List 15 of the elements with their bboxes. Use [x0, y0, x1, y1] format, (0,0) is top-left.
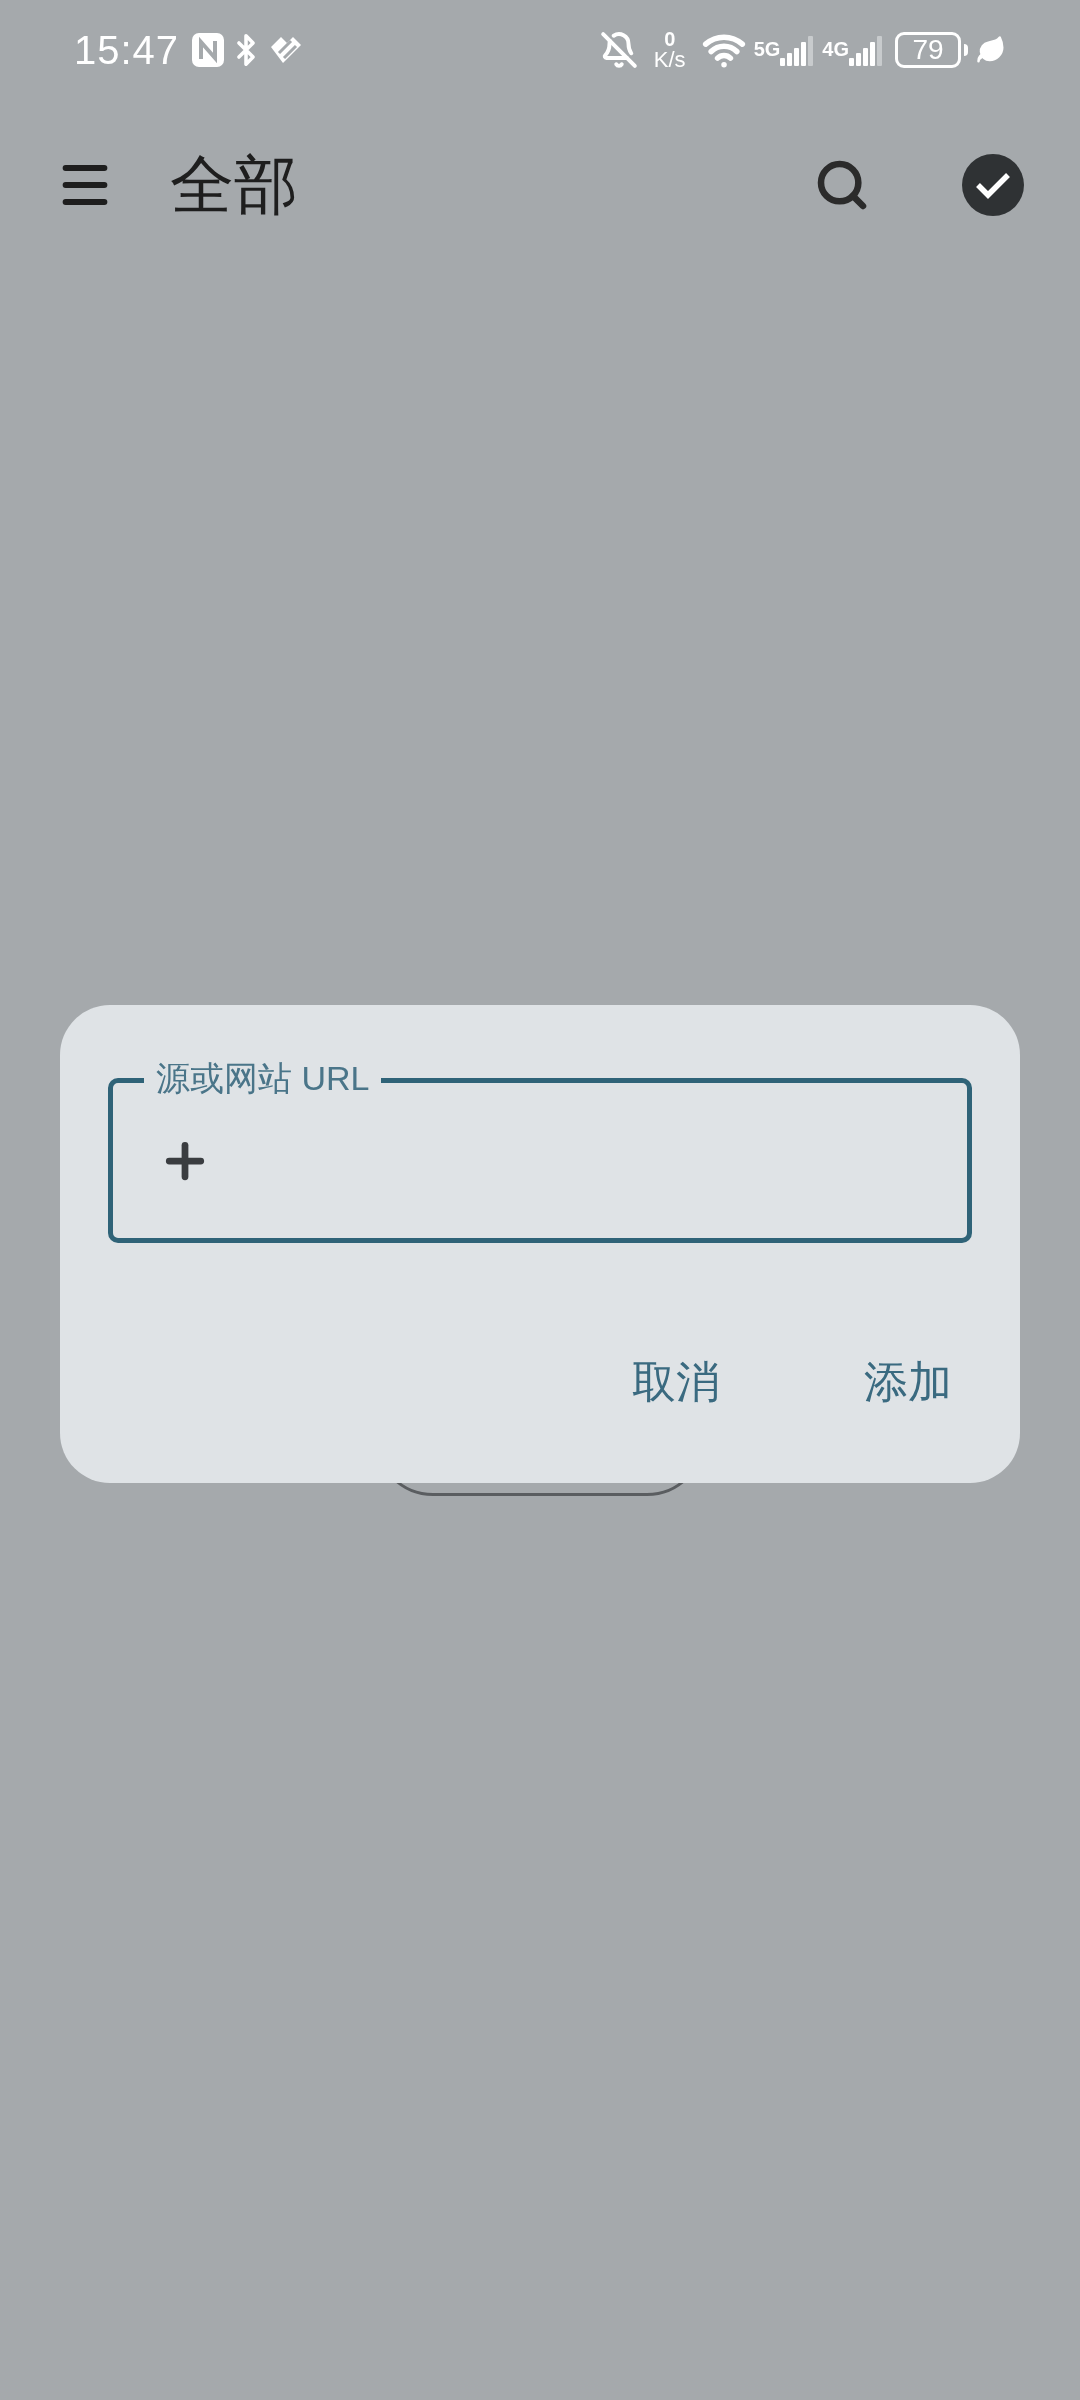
- check-icon: [975, 171, 1011, 199]
- nfc-icon: [191, 32, 226, 68]
- net-speed-value: 0: [664, 29, 676, 49]
- network-type: 4G: [822, 37, 849, 62]
- screen-title: 全部: [170, 148, 299, 223]
- status-time: 15:47: [74, 27, 180, 74]
- signal-icon: [849, 34, 883, 66]
- network-type: 5G: [753, 37, 781, 62]
- signal-icon: [780, 34, 815, 66]
- dialog-button[interactable]: 取消: [620, 1341, 732, 1423]
- dialog-button[interactable]: 添加: [852, 1341, 964, 1423]
- leaf-icon: [976, 35, 1006, 65]
- bell-off-icon: [599, 31, 638, 69]
- battery-level: 79: [912, 36, 944, 64]
- net-speed-unit: K/s: [653, 49, 686, 71]
